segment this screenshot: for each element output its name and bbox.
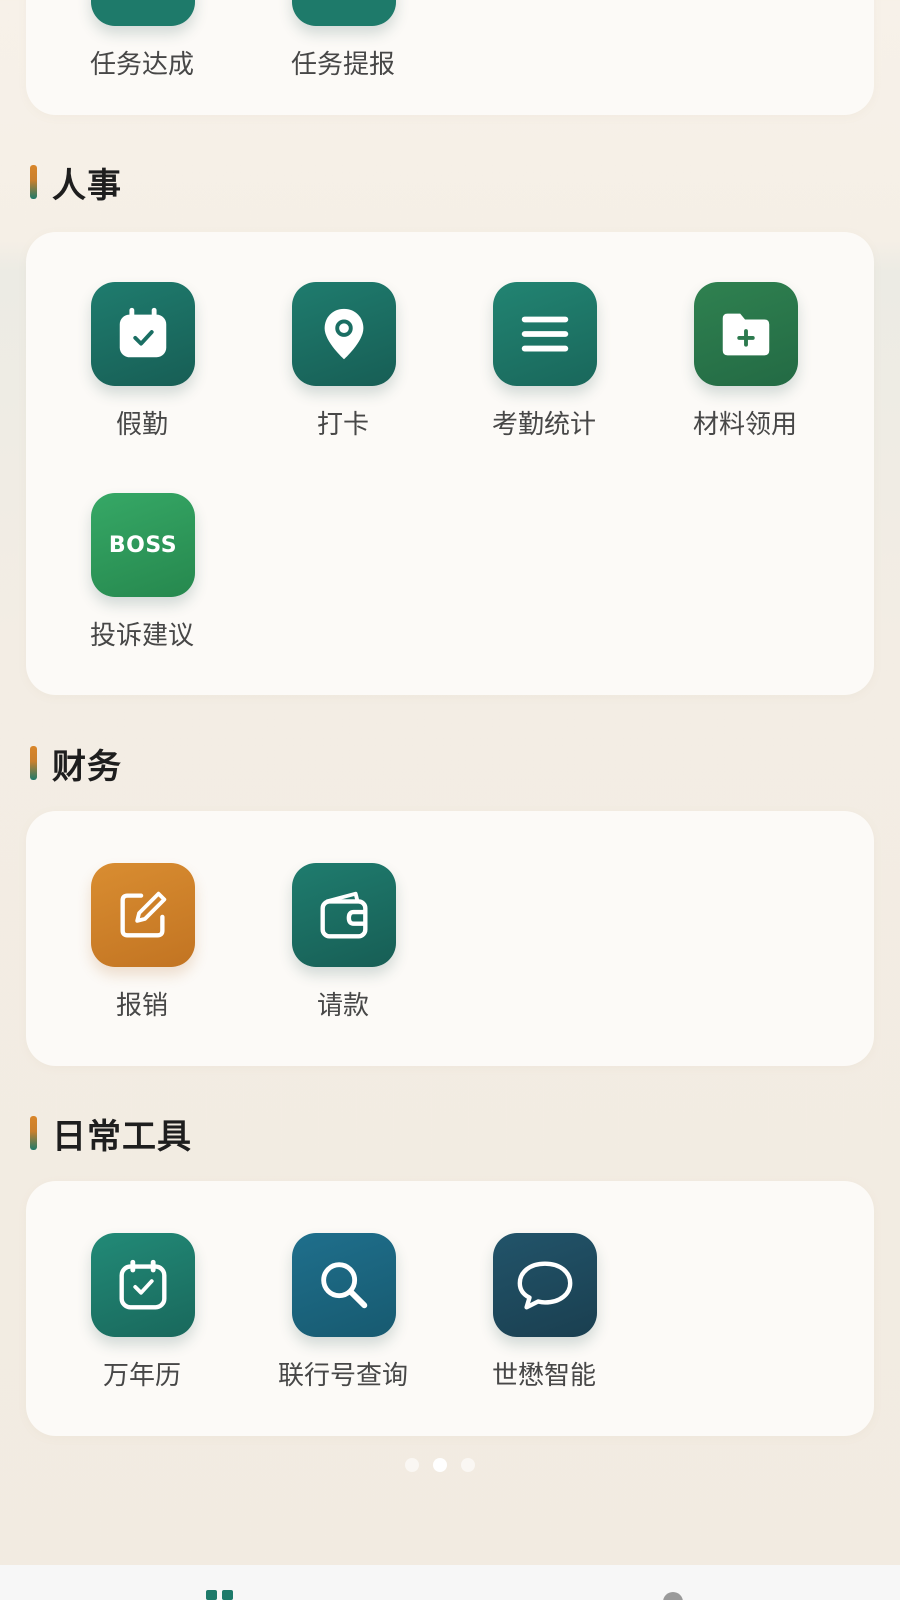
bottom-tab-bar	[0, 1565, 900, 1600]
tools-card: 万年历 联行号查询 世懋智能	[26, 1181, 874, 1436]
page-dot[interactable]	[461, 1458, 475, 1472]
tile-label: 假勤	[115, 410, 168, 440]
finance-card: 报销 请款	[26, 811, 874, 1066]
tile-label: 材料领用	[692, 410, 797, 440]
location-pin-icon	[292, 282, 396, 386]
tile-leave-attendance[interactable]: 假勤	[52, 282, 232, 462]
list-lines-icon	[493, 282, 597, 386]
chat-bubble-icon	[493, 1233, 597, 1337]
section-title-text: 人事	[52, 165, 122, 206]
tile-bank-code-lookup[interactable]: 联行号查询	[253, 1233, 433, 1413]
top-card: 任务达成 任务提报	[26, 0, 874, 115]
section-title-text: 日常工具	[52, 1116, 192, 1157]
boss-icon: BOSS	[91, 493, 195, 597]
tile-label: 考勤统计	[491, 410, 596, 440]
section-accent-bar	[30, 746, 37, 780]
tile-shimao-ai[interactable]: 世懋智能	[454, 1233, 634, 1413]
tile-material-requisition[interactable]: 材料领用	[655, 282, 835, 462]
tile-attendance-stats[interactable]: 考勤统计	[454, 282, 634, 462]
search-icon	[292, 1233, 396, 1337]
folder-plus-icon	[694, 282, 798, 386]
task-report-icon	[292, 0, 396, 26]
task-achievement-icon	[91, 0, 195, 26]
tile-payment-request[interactable]: 请款	[253, 863, 433, 1043]
page-dot-active[interactable]	[433, 1458, 447, 1472]
tile-task-report[interactable]: 任务提报	[253, 0, 433, 102]
hr-card: 假勤 打卡 考勤统计 材料领用 BOSS 投诉建议	[26, 232, 874, 695]
page-dot[interactable]	[405, 1458, 419, 1472]
tile-label: 任务提报	[290, 50, 395, 80]
tile-label: 打卡	[316, 410, 369, 440]
tile-complaints-suggestions[interactable]: BOSS 投诉建议	[52, 493, 232, 673]
section-title-text: 财务	[52, 746, 122, 787]
tile-perpetual-calendar[interactable]: 万年历	[52, 1233, 232, 1413]
tile-label: 报销	[115, 991, 168, 1021]
boss-icon-text: BOSS	[108, 532, 178, 558]
home-grid-icon[interactable]	[206, 1590, 233, 1600]
section-accent-bar	[30, 1116, 37, 1150]
section-title-tools: 日常工具	[30, 1113, 192, 1157]
section-title-finance: 财务	[30, 743, 122, 787]
tile-label: 联行号查询	[277, 1361, 408, 1391]
section-accent-bar	[30, 165, 37, 199]
tile-label: 世懋智能	[491, 1361, 596, 1391]
tile-label: 任务达成	[89, 50, 194, 80]
tile-task-achievement[interactable]: 任务达成	[52, 0, 232, 102]
calendar-check-icon	[91, 282, 195, 386]
tile-label: 请款	[316, 991, 369, 1021]
tile-reimbursement[interactable]: 报销	[52, 863, 232, 1043]
calendar-check-icon	[91, 1233, 195, 1337]
tile-label: 投诉建议	[89, 621, 194, 651]
page-indicator	[405, 1458, 475, 1472]
wallet-icon	[292, 863, 396, 967]
tile-check-in[interactable]: 打卡	[253, 282, 433, 462]
section-title-hr: 人事	[30, 162, 122, 206]
edit-square-icon	[91, 863, 195, 967]
tile-label: 万年历	[102, 1361, 181, 1391]
